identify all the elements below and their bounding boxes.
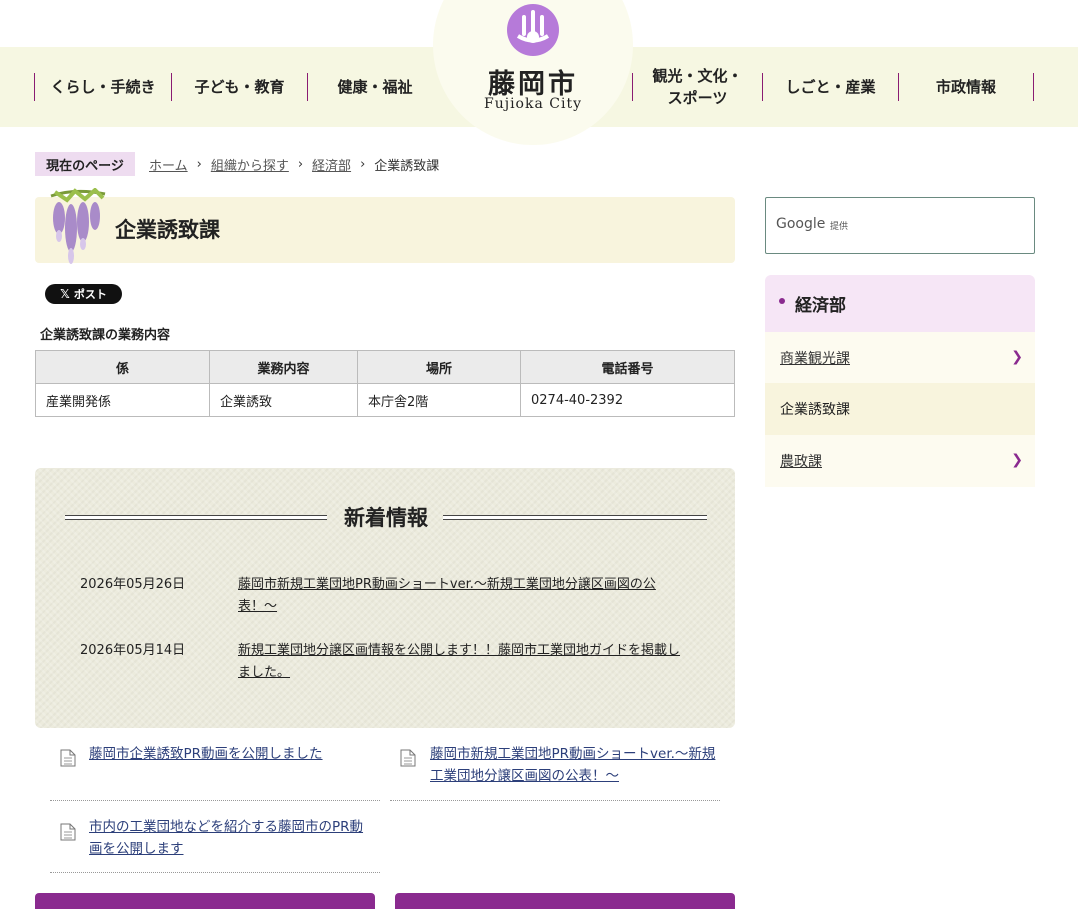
- news-item: 2026年05月26日 藤岡市新規工業団地PR動画ショートver.〜新規工業団地…: [80, 574, 690, 620]
- document-link[interactable]: 藤岡市新規工業団地PR動画ショートver.〜新規工業団地分譲区画図の公表！〜: [430, 746, 715, 784]
- breadcrumb-separator-icon: ›: [360, 156, 366, 172]
- sidebar-item-shogyo[interactable]: 商業観光課 ❯: [765, 332, 1035, 384]
- news-date: 2026年05月26日: [80, 577, 186, 592]
- wisteria-decoration-icon: [50, 188, 106, 264]
- breadcrumb: ホーム › 組織から探す › 経済部 › 企業誘致課: [149, 152, 439, 176]
- document-link-item: 市内の工業団地などを紹介する藤岡市のPR動画を公開します: [89, 816, 374, 860]
- news-heading-wrap: 新着情報: [65, 500, 707, 534]
- table-header: 係: [35, 350, 210, 384]
- table-header-row: 係 業務内容 場所 電話番号: [35, 350, 735, 384]
- document-icon: [60, 823, 76, 841]
- document-icon: [60, 749, 76, 767]
- breadcrumb-label: 現在のページ: [35, 152, 135, 176]
- nav-item-shisei[interactable]: 市政情報: [898, 73, 1034, 101]
- search-provider-logo: Google: [776, 216, 826, 232]
- breadcrumb-economy-dept[interactable]: 経済部: [312, 155, 351, 174]
- site-logo-subtitle: Fujioka City: [484, 96, 582, 112]
- search-provider-label: 提供: [830, 222, 849, 232]
- bottom-section-header: [35, 893, 375, 909]
- breadcrumb-home[interactable]: ホーム: [149, 155, 188, 174]
- table-cell: 企業誘致: [209, 383, 358, 417]
- nav-item-kurashi[interactable]: くらし・手続き: [34, 73, 171, 101]
- news-link[interactable]: 藤岡市新規工業団地PR動画ショートver.〜新規工業団地分譲区画図の公表！〜: [238, 574, 688, 618]
- table-row: 産業開発係 企業誘致 本庁舎2階 0274-40-2392: [35, 383, 735, 417]
- link-divider: [390, 800, 720, 801]
- table-header: 業務内容: [209, 350, 358, 384]
- news-link[interactable]: 新規工業団地分譲区画情報を公開します！！藤岡市工業団地ガイドを掲載しました。: [238, 640, 688, 684]
- chevron-right-icon: ❯: [1011, 452, 1023, 468]
- link-divider: [50, 800, 380, 801]
- table-cell: 本庁舎2階: [357, 383, 521, 417]
- breadcrumb-separator-icon: ›: [196, 156, 202, 172]
- document-icon: [400, 749, 416, 767]
- bullet-icon: [779, 298, 785, 304]
- x-logo-icon: 𝕏: [60, 287, 70, 301]
- nav-item-kodomo[interactable]: 子ども・教育: [171, 73, 307, 101]
- sidebar-item-label: 商業観光課: [780, 351, 850, 367]
- section-heading: 企業誘致課の業務内容: [40, 328, 171, 343]
- table-cell: 産業開発係: [35, 383, 210, 417]
- breadcrumb-current: 企業誘致課: [374, 158, 440, 174]
- link-divider: [50, 872, 380, 873]
- breadcrumb-separator-icon: ›: [297, 156, 304, 172]
- global-nav-right: 観光・文化・ スポーツ しごと・産業 市政情報: [632, 67, 1034, 107]
- document-link[interactable]: 市内の工業団地などを紹介する藤岡市のPR動画を公開します: [89, 819, 363, 857]
- sidebar-section-title: 経済部: [795, 296, 846, 316]
- duties-table: 係 業務内容 場所 電話番号 産業開発係 企業誘致 本庁舎2階 0274-40-…: [35, 350, 735, 417]
- sidebar-item-kigyo: 企業誘致課: [765, 383, 1035, 435]
- document-link[interactable]: 藤岡市企業誘致PR動画を公開しました: [89, 746, 323, 762]
- x-post-button[interactable]: 𝕏 ポスト: [45, 284, 122, 304]
- nav-item-kenko[interactable]: 健康・福祉: [307, 73, 442, 101]
- city-emblem-icon[interactable]: [506, 3, 560, 57]
- document-link-item: 藤岡市新規工業団地PR動画ショートver.〜新規工業団地分譲区画図の公表！〜: [430, 743, 725, 787]
- nav-item-shigoto[interactable]: しごと・産業: [762, 73, 898, 101]
- news-item: 2026年05月14日 新規工業団地分譲区画情報を公開します！！藤岡市工業団地ガ…: [80, 640, 690, 686]
- table-cell: 0274-40-2392: [520, 383, 735, 417]
- global-nav-left: くらし・手続き 子ども・教育 健康・福祉: [34, 73, 442, 101]
- table-header: 場所: [357, 350, 521, 384]
- sidebar-item-label: 企業誘致課: [780, 402, 850, 418]
- sidebar-item-label: 農政課: [780, 454, 822, 470]
- sidebar-item-nosei[interactable]: 農政課 ❯: [765, 435, 1035, 487]
- nav-item-kanko[interactable]: 観光・文化・ スポーツ: [632, 67, 762, 107]
- document-link-item: 藤岡市企業誘致PR動画を公開しました: [89, 743, 369, 765]
- chevron-right-icon: ❯: [1011, 349, 1023, 365]
- bottom-section-header: [395, 893, 735, 909]
- page-title: 企業誘致課: [115, 218, 220, 242]
- x-post-label: ポスト: [73, 288, 107, 301]
- breadcrumb-organization[interactable]: 組織から探す: [211, 155, 289, 174]
- table-header: 電話番号: [520, 350, 735, 384]
- news-heading: 新着情報: [344, 506, 428, 530]
- news-date: 2026年05月14日: [80, 643, 186, 658]
